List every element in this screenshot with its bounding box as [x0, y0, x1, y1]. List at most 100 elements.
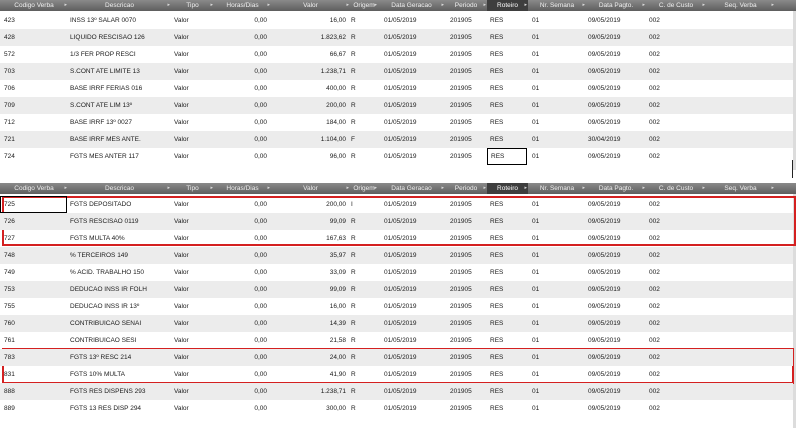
cell-origem[interactable]: R — [351, 12, 378, 29]
cell-periodo[interactable]: 201905 — [450, 298, 487, 315]
cell-desc[interactable]: BASE IRRF FERIAS 016 — [70, 80, 171, 97]
cell-code[interactable]: 727 — [4, 230, 68, 247]
cell-roteiro[interactable]: RES — [490, 366, 528, 383]
cell-valor[interactable]: 184,00 — [271, 114, 346, 131]
cell-semana[interactable]: 01 — [532, 97, 586, 114]
cell-horas[interactable]: 0,00 — [214, 29, 267, 46]
cell-origem[interactable]: R — [351, 264, 378, 281]
table-row[interactable]: 428 LIQUIDO RESCISAO 126 Valor 0,00 1.823,62… — [0, 29, 793, 46]
cell-geracao[interactable]: 01/05/2019 — [384, 114, 445, 131]
cell-pagto[interactable]: 09/05/2019 — [588, 298, 646, 315]
cell-origem[interactable]: R — [351, 46, 378, 63]
cell-seq[interactable] — [709, 63, 775, 80]
cell-semana[interactable]: 01 — [532, 298, 586, 315]
cell-desc[interactable]: FGTS 13º RESC 214 — [70, 349, 171, 366]
cell-code[interactable]: 709 — [4, 97, 68, 114]
table-row[interactable]: 753 DEDUCAO INSS IR FOLH Valor 0,00 99,09 R 01… — [0, 281, 793, 298]
table-row[interactable]: 831 FGTS 10% MULTA Valor 0,00 41,90 R 01/05/20… — [0, 366, 793, 383]
cell-custo[interactable]: 002 — [649, 97, 706, 114]
table-row[interactable]: 888 FGTS RES DISPENS 293 Valor 0,00 1.238,71… — [0, 383, 793, 400]
cell-valor[interactable]: 167,63 — [271, 230, 346, 247]
bottom-grid-col-tipo[interactable]: Tipo ▸ — [171, 183, 214, 194]
cell-periodo[interactable]: 201905 — [450, 213, 487, 230]
cell-valor[interactable]: 99,09 — [271, 213, 346, 230]
cell-seq[interactable] — [709, 148, 775, 165]
cell-custo[interactable]: 002 — [649, 247, 706, 264]
cell-periodo[interactable]: 201905 — [450, 80, 487, 97]
cell-origem[interactable]: R — [351, 349, 378, 366]
cell-custo[interactable]: 002 — [649, 29, 706, 46]
cell-desc[interactable]: FGTS MULTA 40% — [70, 230, 171, 247]
cell-valor[interactable]: 99,09 — [271, 281, 346, 298]
cell-roteiro[interactable]: RES — [490, 349, 528, 366]
cell-pagto[interactable]: 09/05/2019 — [588, 349, 646, 366]
cell-geracao[interactable]: 01/05/2019 — [384, 315, 445, 332]
cell-geracao[interactable]: 01/05/2019 — [384, 213, 445, 230]
cell-semana[interactable]: 01 — [532, 63, 586, 80]
top-grid-col-geracao[interactable]: Data Geracao ▸ — [378, 0, 445, 11]
top-grid-col-periodo[interactable]: Periodo ▸ — [445, 0, 487, 11]
cell-custo[interactable]: 002 — [649, 213, 706, 230]
cell-periodo[interactable]: 201905 — [450, 400, 487, 417]
cell-desc[interactable]: BASE IRRF MES ANTE. — [70, 131, 171, 148]
table-row[interactable]: 889 FGTS 13 RES DISP 294 Valor 0,00 300,00 R 0… — [0, 400, 793, 417]
cell-desc[interactable]: FGTS DEPOSITADO — [70, 196, 171, 213]
cell-desc[interactable]: CONTRIBUICAO SESI — [70, 332, 171, 349]
cell-roteiro[interactable]: RES — [490, 332, 528, 349]
cell-valor[interactable]: 33,09 — [271, 264, 346, 281]
cell-desc[interactable]: INSS 13º SALAR 0070 — [70, 12, 171, 29]
table-row[interactable]: 423 INSS 13º SALAR 0070 Valor 0,00 16,00 R 01/… — [0, 12, 793, 29]
table-row[interactable]: 727 FGTS MULTA 40% Valor 0,00 167,63 R 01/05/2… — [0, 230, 793, 247]
cell-roteiro[interactable]: RES — [490, 46, 528, 63]
top-grid-col-seq[interactable]: Seq. Verba ▸ — [706, 0, 775, 11]
cell-code[interactable]: 748 — [4, 247, 68, 264]
cell-pagto[interactable]: 09/05/2019 — [588, 230, 646, 247]
cell-custo[interactable]: 002 — [649, 131, 706, 148]
cell-semana[interactable]: 01 — [532, 46, 586, 63]
cell-custo[interactable]: 002 — [649, 80, 706, 97]
cell-pagto[interactable]: 09/05/2019 — [588, 264, 646, 281]
cell-horas[interactable]: 0,00 — [214, 247, 267, 264]
cell-valor[interactable]: 41,90 — [271, 366, 346, 383]
table-row[interactable]: 724 FGTS MES ANTER 117 Valor 0,00 96,00 R 01/0… — [0, 148, 793, 165]
cell-pagto[interactable]: 09/05/2019 — [588, 46, 646, 63]
table-row[interactable]: 783 FGTS 13º RESC 214 Valor 0,00 24,00 R 01/05… — [0, 349, 793, 366]
cell-roteiro[interactable]: RES — [490, 114, 528, 131]
cell-code[interactable]: 726 — [4, 213, 68, 230]
cell-desc[interactable]: DEDUCAO INSS IR 13º — [70, 298, 171, 315]
cell-desc[interactable]: CONTRIBUICAO SENAI — [70, 315, 171, 332]
cell-horas[interactable]: 0,00 — [214, 80, 267, 97]
cell-horas[interactable]: 0,00 — [214, 298, 267, 315]
cell-seq[interactable] — [709, 97, 775, 114]
cell-code[interactable]: 753 — [4, 281, 68, 298]
cell-tipo[interactable]: Valor — [174, 148, 214, 165]
top-grid-col-tipo[interactable]: Tipo ▸ — [171, 0, 214, 11]
cell-code[interactable]: 761 — [4, 332, 68, 349]
cell-semana[interactable]: 01 — [532, 196, 586, 213]
cell-desc[interactable]: 1/3 FER PROP RESCI — [70, 46, 171, 63]
cell-valor[interactable]: 21,58 — [271, 332, 346, 349]
cell-pagto[interactable]: 09/05/2019 — [588, 213, 646, 230]
cell-pagto[interactable]: 09/05/2019 — [588, 315, 646, 332]
cell-seq[interactable] — [709, 230, 775, 247]
cell-roteiro[interactable]: RES — [490, 247, 528, 264]
cell-code[interactable]: 889 — [4, 400, 68, 417]
cell-horas[interactable]: 0,00 — [214, 131, 267, 148]
cell-geracao[interactable]: 01/05/2019 — [384, 12, 445, 29]
cell-origem[interactable]: R — [351, 247, 378, 264]
cell-seq[interactable] — [709, 298, 775, 315]
cell-horas[interactable]: 0,00 — [214, 230, 267, 247]
cell-seq[interactable] — [709, 332, 775, 349]
cell-horas[interactable]: 0,00 — [214, 97, 267, 114]
cell-geracao[interactable]: 01/05/2019 — [384, 148, 445, 165]
cell-custo[interactable]: 002 — [649, 366, 706, 383]
cell-code[interactable]: 783 — [4, 349, 68, 366]
cell-origem[interactable]: R — [351, 80, 378, 97]
cell-roteiro[interactable]: RES — [487, 148, 527, 165]
cell-periodo[interactable]: 201905 — [450, 196, 487, 213]
cell-custo[interactable]: 002 — [649, 114, 706, 131]
cell-code[interactable]: 703 — [4, 63, 68, 80]
cell-roteiro[interactable]: RES — [490, 196, 528, 213]
cell-origem[interactable]: R — [351, 366, 378, 383]
cell-pagto[interactable]: 09/05/2019 — [588, 383, 646, 400]
